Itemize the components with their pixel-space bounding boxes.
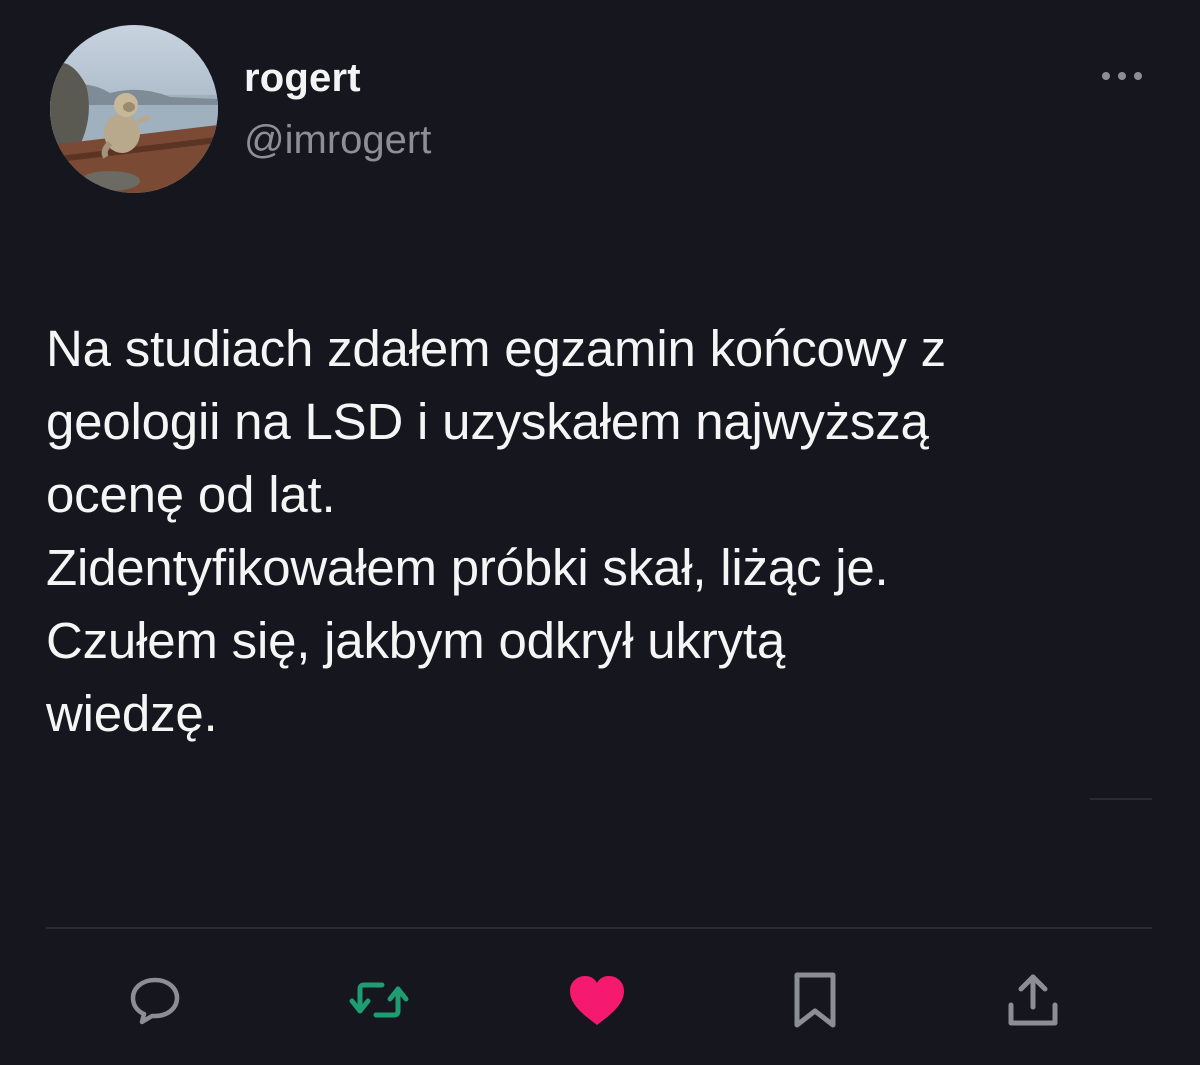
share-button[interactable] [988,955,1078,1045]
tweet-card: rogert @imrogert Na studiach zdałem egza… [0,0,1200,1065]
avatar-image [50,25,218,193]
user-handle[interactable]: @imrogert [244,118,431,163]
heart-icon [570,976,624,1025]
reply-button[interactable] [110,955,200,1045]
bookmark-button[interactable] [770,955,860,1045]
avatar[interactable] [50,25,218,193]
share-icon [1008,974,1058,1026]
action-bar [0,955,1200,1045]
actions-divider [46,927,1152,929]
bookmark-icon [794,972,836,1028]
more-dots-icon [1102,72,1142,80]
retweet-icon [349,982,409,1018]
reply-bubble-icon [130,977,180,1025]
display-name[interactable]: rogert [244,56,361,101]
like-button[interactable] [552,955,642,1045]
more-options-button[interactable] [1096,62,1148,90]
tweet-text: Na studiach zdałem egzamin końcowy z geo… [46,320,946,742]
separator-line [1090,798,1152,800]
retweet-button[interactable] [334,955,424,1045]
